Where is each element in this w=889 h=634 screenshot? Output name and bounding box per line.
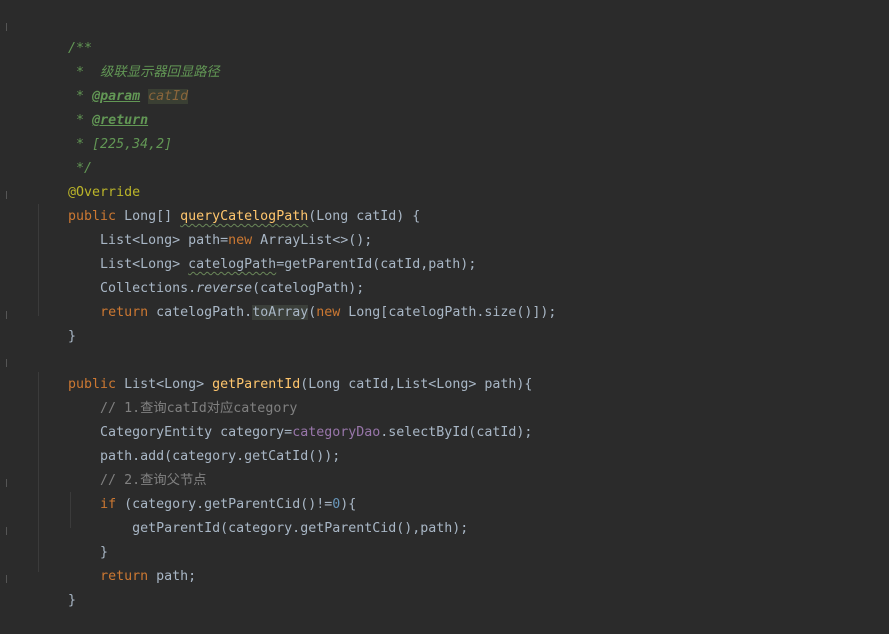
code-line[interactable]: public List<Long> getParentId(Long catId… xyxy=(36,352,532,392)
code-line[interactable]: */ xyxy=(36,136,92,176)
keyword: return xyxy=(100,569,149,584)
code-text: } xyxy=(68,593,77,608)
keyword: return xyxy=(100,305,149,320)
code-line[interactable]: public Long[] queryCatelogPath(Long catI… xyxy=(36,184,420,224)
fold-marker-icon[interactable] xyxy=(4,479,10,487)
code-line[interactable]: Collections.reverse(catelogPath); xyxy=(36,256,364,296)
fold-marker-icon[interactable] xyxy=(4,575,10,583)
code-line[interactable]: } xyxy=(36,304,76,344)
code-text: catelogPath. xyxy=(148,305,253,320)
code-line[interactable]: return catelogPath.toArray(new Long[cate… xyxy=(36,280,556,320)
code-text: getParentId(category.getParentCid(),path… xyxy=(68,521,469,536)
fold-marker-icon[interactable] xyxy=(4,311,10,319)
highlighted-method: toArray xyxy=(252,305,309,320)
code-line[interactable]: * 级联显示器回显路径 xyxy=(36,40,220,80)
code-line[interactable]: getParentId(category.getParentCid(),path… xyxy=(36,496,468,536)
code-text: .selectById(catId); xyxy=(380,425,533,440)
code-line[interactable]: * [225,34,2] xyxy=(36,112,172,152)
code-line[interactable]: List<Long> catelogPath=getParentId(catId… xyxy=(36,232,476,272)
code-line[interactable]: if (category.getParentCid()!=0){ xyxy=(36,472,356,512)
code-text: } xyxy=(68,329,77,344)
code-text: (Long catId,List<Long> path){ xyxy=(300,377,533,392)
code-line[interactable]: // 1.查询catId对应category xyxy=(36,376,297,416)
doc-param: catId xyxy=(148,89,189,104)
fold-marker-icon[interactable] xyxy=(4,191,10,199)
fold-marker-icon[interactable] xyxy=(4,23,10,31)
fold-marker-icon[interactable] xyxy=(4,527,10,535)
fold-marker-icon[interactable] xyxy=(4,359,10,367)
code-line[interactable]: path.add(category.getCatId()); xyxy=(36,424,340,464)
code-line[interactable]: } xyxy=(36,520,108,560)
code-editor[interactable]: /** * 级联显示器回显路径 * @param catId * @return… xyxy=(0,0,889,608)
code-line[interactable]: /** xyxy=(36,16,92,56)
code-line[interactable]: } xyxy=(36,568,76,608)
code-line[interactable]: // 2.查询父节点 xyxy=(36,448,207,488)
code-line[interactable]: * @param catId xyxy=(36,64,189,104)
editor-gutter xyxy=(0,0,20,599)
keyword: new xyxy=(316,305,341,320)
code-line[interactable]: CategoryEntity category=categoryDao.sele… xyxy=(36,400,532,440)
code-text: path; xyxy=(148,569,197,584)
code-line[interactable]: * @return xyxy=(36,88,148,128)
code-text: Long[catelogPath.size()]); xyxy=(340,305,557,320)
code-line[interactable]: return path; xyxy=(36,544,196,584)
code-line[interactable]: List<Long> path=new ArrayList<>(); xyxy=(36,208,372,248)
code-line[interactable]: @Override xyxy=(36,160,140,200)
